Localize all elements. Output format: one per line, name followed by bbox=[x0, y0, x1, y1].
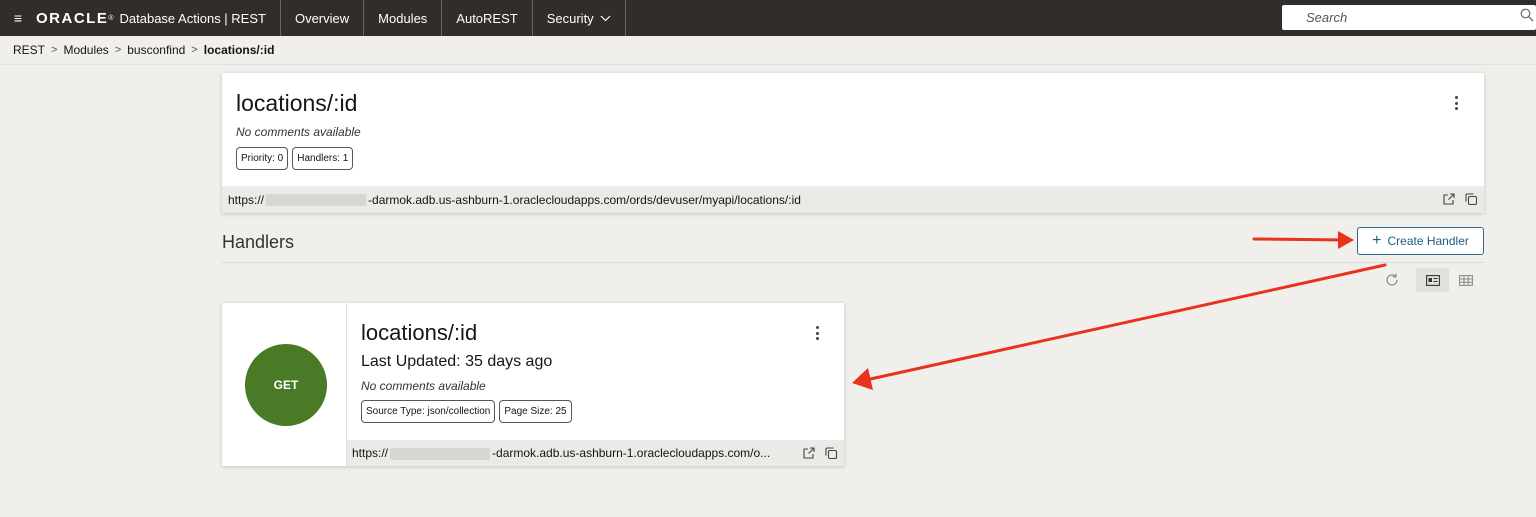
breadcrumb-current: locations/:id bbox=[203, 43, 275, 57]
chevron-down-icon bbox=[600, 15, 611, 21]
breadcrumb-separator: > bbox=[51, 44, 58, 56]
hamburger-icon[interactable]: ≡ bbox=[0, 0, 36, 36]
card-view-button[interactable] bbox=[1416, 268, 1449, 292]
breadcrumb-separator: > bbox=[114, 44, 122, 56]
breadcrumb-rest[interactable]: REST bbox=[13, 43, 45, 57]
kebab-menu-icon[interactable] bbox=[810, 324, 824, 342]
search-icon[interactable] bbox=[1520, 8, 1534, 22]
arrowhead-right bbox=[1338, 231, 1354, 249]
handler-method-panel: GET bbox=[222, 303, 347, 466]
table-view-icon bbox=[1458, 274, 1473, 286]
template-url[interactable]: https:// -darmok.adb.us-ashburn-1.oraclec… bbox=[228, 193, 801, 207]
create-handler-label: Create Handler bbox=[1387, 234, 1469, 248]
template-badges: Priority: 0 Handlers: 1 bbox=[236, 147, 354, 170]
copy-icon[interactable] bbox=[1464, 192, 1478, 206]
oracle-logo: ORACLE bbox=[36, 9, 109, 27]
view-tools bbox=[1384, 268, 1482, 292]
handler-last-updated: Last Updated: 35 days ago bbox=[361, 353, 553, 370]
tab-overview[interactable]: Overview bbox=[281, 0, 365, 36]
kebab-menu-icon[interactable] bbox=[1449, 94, 1463, 112]
view-toggle bbox=[1416, 268, 1482, 292]
handler-comment: No comments available bbox=[361, 379, 486, 393]
refresh-icon[interactable] bbox=[1384, 272, 1400, 288]
table-view-button[interactable] bbox=[1449, 268, 1482, 292]
arrowhead-left bbox=[852, 368, 873, 390]
tab-modules-label: Modules bbox=[378, 10, 428, 26]
handler-url[interactable]: https:// -darmok.adb.us-ashburn-1.oraclec… bbox=[352, 446, 770, 460]
search-input[interactable] bbox=[1306, 6, 1526, 29]
template-url-bar: https:// -darmok.adb.us-ashburn-1.oraclec… bbox=[222, 186, 1484, 213]
breadcrumb-modules[interactable]: Modules bbox=[63, 43, 108, 57]
tab-modules[interactable]: Modules bbox=[364, 0, 443, 36]
url-actions bbox=[802, 446, 838, 460]
handler-badges: Source Type: json/collection Page Size: … bbox=[361, 400, 572, 423]
tab-security-label: Security bbox=[546, 10, 594, 26]
breadcrumb-separator: > bbox=[191, 44, 198, 56]
copy-icon[interactable] bbox=[824, 446, 838, 460]
divider bbox=[0, 64, 1536, 65]
tab-security[interactable]: Security bbox=[533, 0, 626, 36]
redacted-host bbox=[390, 447, 491, 460]
open-external-icon[interactable] bbox=[1442, 192, 1456, 206]
handler-title[interactable]: locations/:id bbox=[361, 320, 477, 346]
template-card: locations/:id No comments available Prio… bbox=[222, 73, 1484, 213]
search-box bbox=[1282, 5, 1536, 30]
brand: ORACLE ® Database Actions | REST bbox=[36, 0, 281, 36]
url-suffix: -darmok.adb.us-ashburn-1.oraclecloudapps… bbox=[368, 192, 801, 207]
plus-icon: + bbox=[1372, 232, 1382, 249]
method-label: GET bbox=[273, 378, 299, 392]
registered-mark: ® bbox=[108, 14, 114, 22]
redacted-host bbox=[266, 194, 367, 207]
handlers-heading: Handlers bbox=[222, 232, 295, 252]
tab-autorest-label: AutoREST bbox=[456, 10, 518, 26]
source-type-badge: Source Type: json/collection bbox=[361, 400, 496, 423]
template-comment: No comments available bbox=[236, 125, 361, 139]
card-view-icon bbox=[1425, 274, 1440, 286]
top-navigation-bar: ≡ ORACLE ® Database Actions | REST Overv… bbox=[0, 0, 1536, 36]
tab-overview-label: Overview bbox=[294, 10, 350, 26]
method-badge-get: GET bbox=[245, 344, 327, 426]
handlers-count-badge: Handlers: 1 bbox=[292, 147, 354, 170]
handler-url-bar: https:// -darmok.adb.us-ashburn-1.oraclec… bbox=[347, 440, 844, 466]
priority-badge: Priority: 0 bbox=[236, 147, 289, 170]
url-suffix: -darmok.adb.us-ashburn-1.oraclecloudapps… bbox=[492, 446, 771, 460]
app-name: Database Actions | REST bbox=[119, 10, 266, 26]
arrow-to-handler-card bbox=[864, 263, 1387, 382]
divider bbox=[222, 262, 1484, 263]
create-handler-button[interactable]: + Create Handler bbox=[1357, 227, 1484, 255]
url-actions bbox=[1442, 192, 1478, 206]
breadcrumb-module[interactable]: busconfind bbox=[127, 43, 185, 57]
handler-card[interactable]: GET locations/:id Last Updated: 35 days … bbox=[222, 303, 844, 466]
url-prefix: https:// bbox=[352, 446, 389, 460]
arrow-to-create-handler bbox=[1252, 237, 1348, 242]
open-external-icon[interactable] bbox=[802, 446, 816, 460]
url-prefix: https:// bbox=[228, 192, 265, 207]
breadcrumb: REST > Modules > busconfind > locations/… bbox=[13, 43, 274, 57]
page-size-badge: Page Size: 25 bbox=[499, 400, 572, 423]
template-title: locations/:id bbox=[236, 90, 358, 116]
tab-autorest[interactable]: AutoREST bbox=[442, 0, 533, 36]
